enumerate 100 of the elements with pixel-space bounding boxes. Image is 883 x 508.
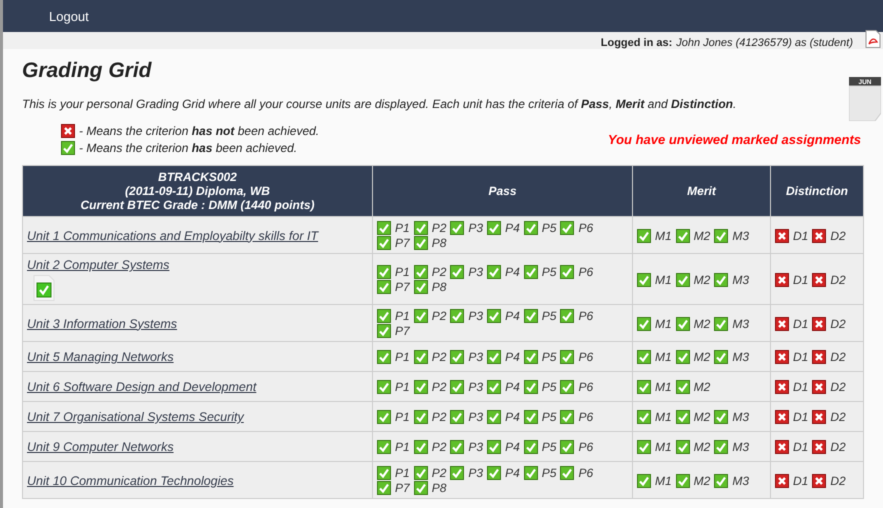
criterion-label: D1 bbox=[793, 440, 808, 454]
criterion-label: P3 bbox=[468, 309, 484, 323]
criterion-label: P2 bbox=[432, 221, 446, 235]
criterion-label: P1 bbox=[395, 380, 410, 394]
criterion-label: P5 bbox=[542, 410, 556, 424]
criterion-label: P1 bbox=[395, 350, 410, 364]
criterion-label: P2 bbox=[432, 410, 446, 424]
criterion-label: P6 bbox=[578, 440, 594, 454]
criterion-label: P5 bbox=[542, 440, 556, 454]
alert-text: You have unviewed marked assignments bbox=[608, 132, 861, 147]
criterion-label: M1 bbox=[655, 474, 672, 488]
criterion-label: D2 bbox=[830, 380, 846, 394]
criterion-label: M3 bbox=[732, 410, 750, 424]
criterion-label: P3 bbox=[468, 350, 484, 364]
criterion-label: P7 bbox=[395, 236, 410, 250]
criterion-label: P6 bbox=[578, 309, 594, 323]
document-check-icon[interactable] bbox=[33, 275, 55, 301]
criterion-label: P1 bbox=[395, 309, 410, 323]
criterion-label: M3 bbox=[732, 440, 750, 454]
criterion-label: D2 bbox=[830, 350, 846, 364]
criterion-label: D1 bbox=[793, 272, 808, 286]
criterion-label: P5 bbox=[542, 350, 556, 364]
criterion-label: P6 bbox=[578, 265, 594, 279]
criterion-label: M2 bbox=[694, 474, 710, 488]
criterion-label: P7 bbox=[395, 280, 410, 294]
criterion-label: P4 bbox=[505, 309, 520, 323]
criterion-label: P2 bbox=[432, 380, 446, 394]
criterion-label: P6 bbox=[578, 221, 594, 235]
criterion-label: P3 bbox=[468, 380, 484, 394]
criterion-label: M1 bbox=[655, 440, 672, 454]
legend-text: - Means the criterion has been achieved. bbox=[79, 141, 298, 155]
criterion-label: P6 bbox=[578, 466, 594, 480]
criterion-label: P1 bbox=[395, 265, 410, 279]
criterion-label: P3 bbox=[468, 466, 484, 480]
criterion-label: D1 bbox=[793, 410, 808, 424]
criterion-label: P5 bbox=[542, 265, 556, 279]
criterion-label: P7 bbox=[395, 481, 410, 495]
criterion-label: M1 bbox=[655, 410, 672, 424]
criterion-label: P4 bbox=[505, 466, 520, 480]
criterion-label: P8 bbox=[432, 280, 446, 294]
criterion-label: D1 bbox=[793, 474, 808, 488]
table-header: BTRACKS002 (2011-09-11) Diploma, WB Current BTEC Grade : DMM (1440 points) bbox=[22, 166, 372, 216]
pdf-icon[interactable] bbox=[865, 30, 881, 48]
criterion-label: P8 bbox=[432, 481, 446, 495]
legend-text: - Means the criterion has not been achieved. bbox=[79, 124, 320, 138]
criterion-label: P6 bbox=[578, 410, 594, 424]
intro-text: This is your personal Grading Grid where all your course units are displayed. Each unit has the criteria of Pass, Merit and Distinction. bbox=[22, 97, 738, 111]
criterion-label: M1 bbox=[655, 350, 672, 364]
criterion-label: P1 bbox=[395, 410, 410, 424]
criterion-label: M2 bbox=[694, 316, 710, 330]
criterion-label: P5 bbox=[542, 221, 556, 235]
unit-link[interactable]: Unit 2 Computer Systems bbox=[27, 258, 170, 272]
column-header: Pass bbox=[372, 166, 632, 216]
criterion-label: P2 bbox=[432, 309, 446, 323]
criterion-label: P4 bbox=[505, 221, 520, 235]
criterion-label: M1 bbox=[655, 228, 672, 242]
criterion-label: D2 bbox=[830, 272, 846, 286]
criterion-label: P2 bbox=[432, 466, 446, 480]
criterion-label: P3 bbox=[468, 440, 484, 454]
criterion-label: P1 bbox=[395, 440, 410, 454]
criterion-label: P5 bbox=[542, 309, 556, 323]
criterion-label: D1 bbox=[793, 380, 808, 394]
criterion-label: P6 bbox=[578, 380, 594, 394]
criterion-label: M2 bbox=[694, 440, 710, 454]
criterion-label: M1 bbox=[655, 272, 672, 286]
criterion-label: D2 bbox=[830, 440, 846, 454]
criterion-label: M2 bbox=[694, 272, 710, 286]
criterion-label: P3 bbox=[468, 410, 484, 424]
criterion-label: D2 bbox=[830, 228, 846, 242]
criterion-label: P5 bbox=[542, 380, 556, 394]
criterion-label: P2 bbox=[432, 265, 446, 279]
criterion-label: P4 bbox=[505, 265, 520, 279]
unit-link[interactable]: Unit 5 Managing Networks bbox=[27, 350, 174, 364]
logout-link[interactable]: Logout bbox=[49, 8, 89, 24]
criterion-label: M2 bbox=[694, 228, 710, 242]
criterion-label: M2 bbox=[694, 410, 710, 424]
criterion-label: M3 bbox=[732, 228, 750, 242]
criterion-label: P7 bbox=[395, 324, 410, 338]
criterion-label: M3 bbox=[732, 474, 750, 488]
criterion-label: P4 bbox=[505, 440, 520, 454]
criterion-label: P3 bbox=[468, 265, 484, 279]
criterion-label: P2 bbox=[432, 440, 446, 454]
criterion-label: M1 bbox=[655, 316, 672, 330]
criterion-label: M2 bbox=[694, 350, 710, 364]
column-header: Distinction bbox=[770, 166, 864, 216]
criterion-label: P8 bbox=[432, 236, 446, 250]
unit-link[interactable]: Unit 9 Computer Networks bbox=[27, 440, 174, 454]
user-info: John Jones (41236579) as (student) bbox=[676, 37, 853, 49]
criterion-label: D1 bbox=[793, 350, 808, 364]
criterion-label: D2 bbox=[830, 474, 846, 488]
criterion-label: P6 bbox=[578, 350, 594, 364]
criterion-label: P4 bbox=[505, 350, 520, 364]
criterion-label: P1 bbox=[395, 221, 410, 235]
criterion-label: D1 bbox=[793, 228, 808, 242]
criterion-label: D2 bbox=[830, 410, 846, 424]
criterion-label: P4 bbox=[505, 380, 520, 394]
criterion-label: M3 bbox=[732, 272, 750, 286]
criterion-label: P1 bbox=[395, 466, 410, 480]
criterion-label: M2 bbox=[694, 380, 710, 394]
unit-link[interactable]: Unit 3 Information Systems bbox=[27, 316, 178, 330]
